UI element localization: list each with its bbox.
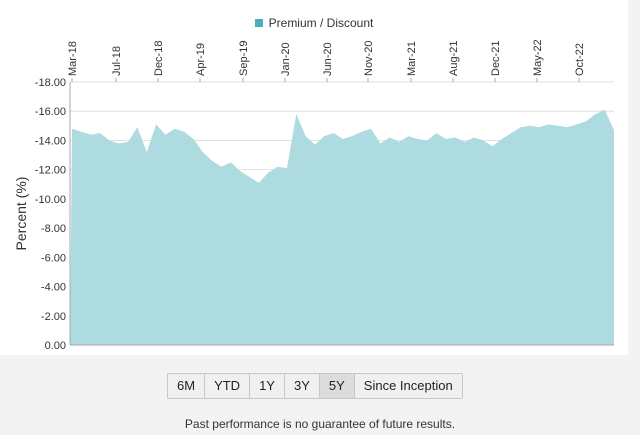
x-tick-label: Jun-20 bbox=[322, 42, 334, 76]
y-tick-label: -10.00 bbox=[35, 194, 66, 206]
x-tick-label: Jan-20 bbox=[280, 42, 292, 76]
range-button-3y[interactable]: 3Y bbox=[284, 374, 320, 398]
x-tick-label: Nov-20 bbox=[363, 41, 375, 76]
y-tick-label: -18.00 bbox=[35, 77, 66, 89]
x-tick-label: Mar-18 bbox=[67, 41, 79, 76]
y-tick-label: -2.00 bbox=[41, 311, 66, 323]
x-tick-label: Jul-18 bbox=[111, 46, 123, 76]
x-tick-label: May-22 bbox=[532, 39, 544, 76]
range-button-5y[interactable]: 5Y bbox=[319, 374, 355, 398]
y-tick-label: -14.00 bbox=[35, 135, 66, 147]
y-tick-label: -12.00 bbox=[35, 165, 66, 177]
x-tick-label: Mar-21 bbox=[406, 41, 418, 76]
x-tick-label: Dec-21 bbox=[490, 41, 502, 76]
range-button-since-inception[interactable]: Since Inception bbox=[354, 374, 462, 398]
y-tick-label: -16.00 bbox=[35, 106, 66, 118]
y-axis-label: Percent (%) bbox=[13, 177, 29, 251]
chart: 0.00 -2.00 -4.00 -6.00 -8.00 -10.00 -12.00 -14.… bbox=[13, 39, 614, 352]
legend[interactable]: Premium / Discount bbox=[0, 16, 628, 30]
y-tick-label: -4.00 bbox=[41, 282, 66, 294]
x-tick-label: Apr-19 bbox=[195, 43, 207, 76]
y-tick-label: -8.00 bbox=[41, 223, 66, 235]
x-tick-label: Dec-18 bbox=[153, 41, 165, 76]
legend-label: Premium / Discount bbox=[268, 16, 374, 30]
range-button-ytd[interactable]: YTD bbox=[205, 374, 251, 398]
x-tick-label: Oct-22 bbox=[574, 43, 586, 76]
range-selector: 6M YTD 1Y 3Y 5Y Since Inception bbox=[167, 373, 463, 399]
range-button-1y[interactable]: 1Y bbox=[250, 374, 285, 398]
y-tick-label: -6.00 bbox=[41, 252, 66, 264]
disclaimer-text: Past performance is no guarantee of futu… bbox=[184, 417, 456, 431]
x-tick-label: Sep-19 bbox=[238, 41, 250, 76]
y-tick-label: 0.00 bbox=[45, 340, 66, 352]
legend-swatch bbox=[254, 19, 263, 27]
range-button-6m[interactable]: 6M bbox=[168, 374, 206, 398]
x-tick-label: Aug-21 bbox=[448, 41, 460, 76]
series-area bbox=[70, 109, 614, 345]
